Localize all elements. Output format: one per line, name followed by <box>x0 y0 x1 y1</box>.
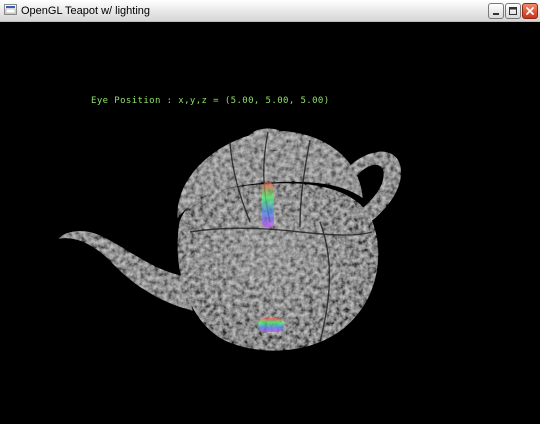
eye-position-label: Eye Position : x,y,z = (5.00, 5.00, 5.00… <box>91 96 330 106</box>
minimize-icon <box>493 13 499 15</box>
close-button[interactable] <box>522 3 538 19</box>
window-title: OpenGL Teapot w/ lighting <box>21 5 151 17</box>
title-bar[interactable]: OpenGL Teapot w/ lighting <box>0 0 540 22</box>
maximize-button[interactable] <box>505 3 521 19</box>
app-window-icon[interactable] <box>4 4 17 15</box>
minimize-button[interactable] <box>488 3 504 19</box>
teapot-render <box>58 128 401 351</box>
close-icon <box>526 7 534 15</box>
teapot-spout <box>58 231 193 311</box>
specular-highlight-bottom <box>258 318 284 332</box>
opengl-viewport[interactable]: Eye Position : x,y,z = (5.00, 5.00, 5.00… <box>0 22 540 424</box>
specular-highlight-top <box>262 182 274 228</box>
app-window: OpenGL Teapot w/ lighting Eye Position:… <box>0 0 540 424</box>
maximize-icon <box>509 7 517 15</box>
